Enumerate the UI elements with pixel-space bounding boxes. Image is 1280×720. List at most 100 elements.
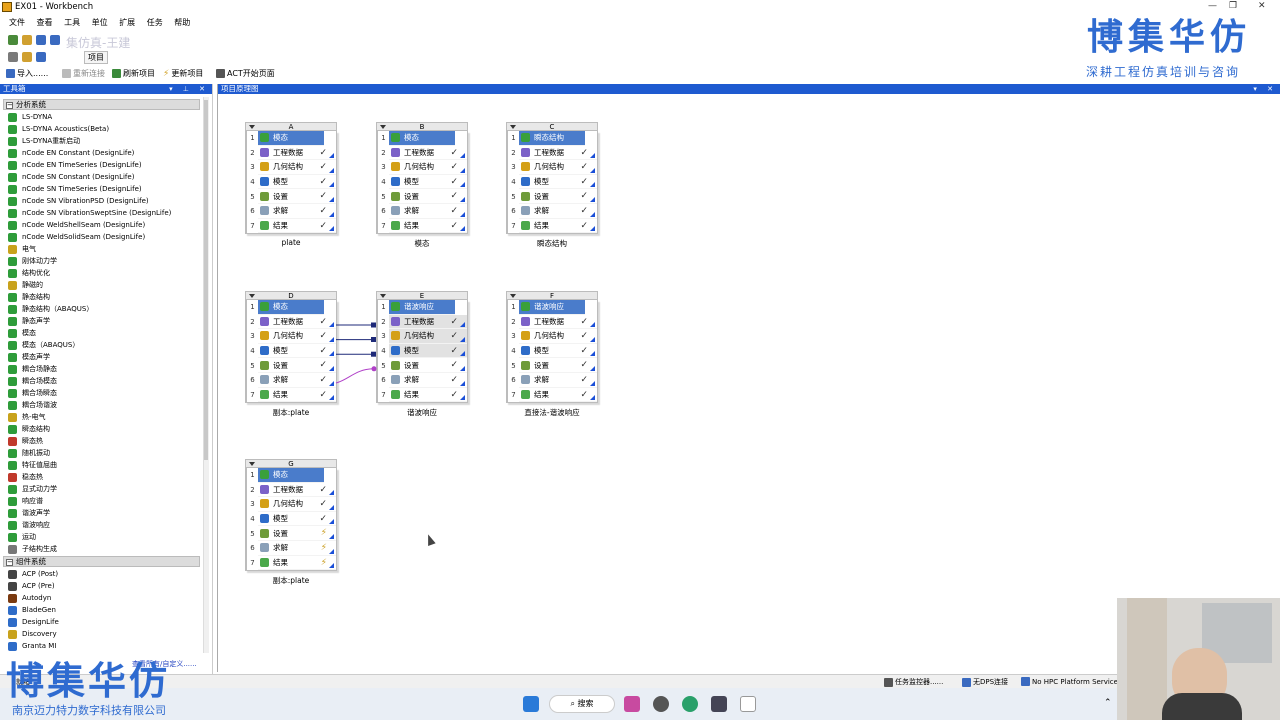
toolbox-item-label: nCode EN TimeSeries (DesignLife) <box>22 161 142 169</box>
toolbox-item[interactable]: 刚体动力学 <box>3 255 200 267</box>
folder-icon[interactable] <box>22 52 32 62</box>
tab-project[interactable]: 项目 <box>84 51 108 64</box>
toolbox-item[interactable]: 子结构生成 <box>3 543 200 555</box>
toolbox-item[interactable]: nCode SN VibrationSweptSine (DesignLife) <box>3 207 200 219</box>
toolbox-item[interactable]: 特征值屈曲 <box>3 459 200 471</box>
menu-file[interactable]: 文件 <box>9 16 25 30</box>
toolbox-item[interactable]: 电气 <box>3 243 200 255</box>
save-as-icon[interactable] <box>50 35 60 45</box>
toolbox-item[interactable]: BladeGen <box>3 604 200 616</box>
system-type-icon <box>8 496 17 506</box>
toolbox-item-label: nCode SN VibrationSweptSine (DesignLife) <box>22 209 172 217</box>
toolbox-item[interactable]: DesignLife <box>3 616 200 628</box>
group-component-systems[interactable]: − 组件系统 <box>3 556 200 567</box>
toolbox-item[interactable]: nCode EN TimeSeries (DesignLife) <box>3 159 200 171</box>
toolbox-item[interactable]: 瞬态结构 <box>3 423 200 435</box>
system-type-icon <box>8 316 17 326</box>
link-dot <box>371 366 377 372</box>
toolbox-item-label: 稳态热 <box>22 473 43 481</box>
toolbox-item[interactable]: 静态结构 <box>3 291 200 303</box>
watermark-brand-bottom: 博集华仿 <box>6 659 171 703</box>
toolbox-header-buttons[interactable]: ▾ ⊥ ✕ <box>169 84 209 94</box>
toolbox-item[interactable]: nCode SN TimeSeries (DesignLife) <box>3 183 200 195</box>
system-type-icon <box>8 532 17 542</box>
toolbox-item[interactable]: Autodyn <box>3 592 200 604</box>
task-monitor-button[interactable]: 任务监控器...... <box>884 677 943 687</box>
link-solution <box>335 368 374 384</box>
windows-start-icon[interactable] <box>523 696 539 712</box>
app-icon-2[interactable] <box>653 696 669 712</box>
menu-extensions[interactable]: 扩展 <box>119 16 135 30</box>
toolbox-item[interactable]: 模态声学 <box>3 351 200 363</box>
toolbox-item[interactable]: ACP (Post) <box>3 568 200 580</box>
project-icon[interactable] <box>8 52 18 62</box>
toolbox-item[interactable]: nCode SN VibrationPSD (DesignLife) <box>3 195 200 207</box>
toolbox-item[interactable]: 谐波响应 <box>3 519 200 531</box>
close-button[interactable]: ✕ <box>1258 1 1266 11</box>
system-type-icon <box>8 629 17 639</box>
menu-help[interactable]: 帮助 <box>174 16 190 30</box>
menu-tools[interactable]: 工具 <box>64 16 80 30</box>
toolbox-scroll-thumb[interactable] <box>204 100 208 460</box>
toolbox-item[interactable]: 稳态热 <box>3 471 200 483</box>
toolbox-item[interactable]: ACP (Pre) <box>3 580 200 592</box>
link-lines <box>335 322 377 384</box>
link-square-1 <box>371 322 376 328</box>
menu-units[interactable]: 单位 <box>92 16 108 30</box>
toolbox-item-label: 显式动力学 <box>22 485 57 493</box>
toolbox-item[interactable]: 静态结构（ABAQUS） <box>3 303 200 315</box>
toolbox-item[interactable]: 响应谱 <box>3 495 200 507</box>
toolbox-item[interactable]: 随机振动 <box>3 447 200 459</box>
collapse-icon[interactable]: − <box>6 102 13 109</box>
update-project-button[interactable]: ⚡ 更新项目 <box>163 68 203 79</box>
toolbox-item-label: nCode SN VibrationPSD (DesignLife) <box>22 197 149 205</box>
toolbox-item[interactable]: 谐波声学 <box>3 507 200 519</box>
toolbox-item[interactable]: 运动 <box>3 531 200 543</box>
taskbar-search[interactable]: ⌕ 搜索 <box>549 695 615 713</box>
toolbox-item[interactable]: nCode EN Constant (DesignLife) <box>3 147 200 159</box>
toolbox-item[interactable]: LS-DYNA <box>3 111 200 123</box>
save-icon[interactable] <box>36 35 46 45</box>
toolbox-item[interactable]: LS-DYNA重新启动 <box>3 135 200 147</box>
browser-icon[interactable] <box>682 696 698 712</box>
toolbox-item[interactable]: 热-电气 <box>3 411 200 423</box>
toolbox-item[interactable]: Discovery <box>3 628 200 640</box>
toolbox-item[interactable]: 静态声学 <box>3 315 200 327</box>
act-start-page-button[interactable]: ACT开始页面 <box>216 68 275 79</box>
system-type-icon <box>8 160 17 170</box>
reconnect-button[interactable]: 重新连接 <box>62 68 105 79</box>
toolbox-item[interactable]: 耦合场瞬态 <box>3 387 200 399</box>
document-icon[interactable] <box>740 696 756 712</box>
menu-jobs[interactable]: 任务 <box>147 16 163 30</box>
calculator-icon[interactable] <box>711 696 727 712</box>
menu-view[interactable]: 查看 <box>37 16 53 30</box>
toolbox-item[interactable]: 模态（ABAQUS） <box>3 339 200 351</box>
toolbox-item[interactable]: nCode WeldSolidSeam (DesignLife) <box>3 231 200 243</box>
group-analysis-systems[interactable]: − 分析系统 <box>3 99 200 110</box>
dps-connection-button[interactable]: 无DPS连接 <box>962 677 1008 687</box>
disk-icon[interactable] <box>36 52 46 62</box>
toolbox-item[interactable]: 耦合场静态 <box>3 363 200 375</box>
toolbox-item[interactable]: nCode SN Constant (DesignLife) <box>3 171 200 183</box>
import-button[interactable]: 导入...... <box>6 68 48 79</box>
toolbox-item[interactable]: LS-DYNA Acoustics(Beta) <box>3 123 200 135</box>
app-icon-1[interactable] <box>624 696 640 712</box>
system-type-icon <box>8 256 17 266</box>
toolbox-item[interactable]: 瞬态热 <box>3 435 200 447</box>
toolbox-item-label: 特征值屈曲 <box>22 461 57 469</box>
system-type-icon <box>8 172 17 182</box>
toolbox-item[interactable]: 结构优化 <box>3 267 200 279</box>
toolbox-item[interactable]: 显式动力学 <box>3 483 200 495</box>
toolbox-item[interactable]: 静磁的 <box>3 279 200 291</box>
toolbox-item[interactable]: 耦合场谐波 <box>3 399 200 411</box>
toolbox-item[interactable]: 模态 <box>3 327 200 339</box>
toolbox-item[interactable]: nCode WeldShellSeam (DesignLife) <box>3 219 200 231</box>
collapse-icon[interactable]: − <box>6 559 13 566</box>
windows-taskbar: ⌃ <box>0 688 1280 720</box>
hpc-platform-button[interactable]: No HPC Platform Services <box>1021 677 1122 686</box>
new-icon[interactable] <box>8 35 18 45</box>
refresh-project-button[interactable]: 刷新项目 <box>112 68 155 79</box>
toolbox-item[interactable]: 耦合场模态 <box>3 375 200 387</box>
open-icon[interactable] <box>22 35 32 45</box>
tray-chevron-icon[interactable]: ⌃ <box>1104 698 1112 708</box>
